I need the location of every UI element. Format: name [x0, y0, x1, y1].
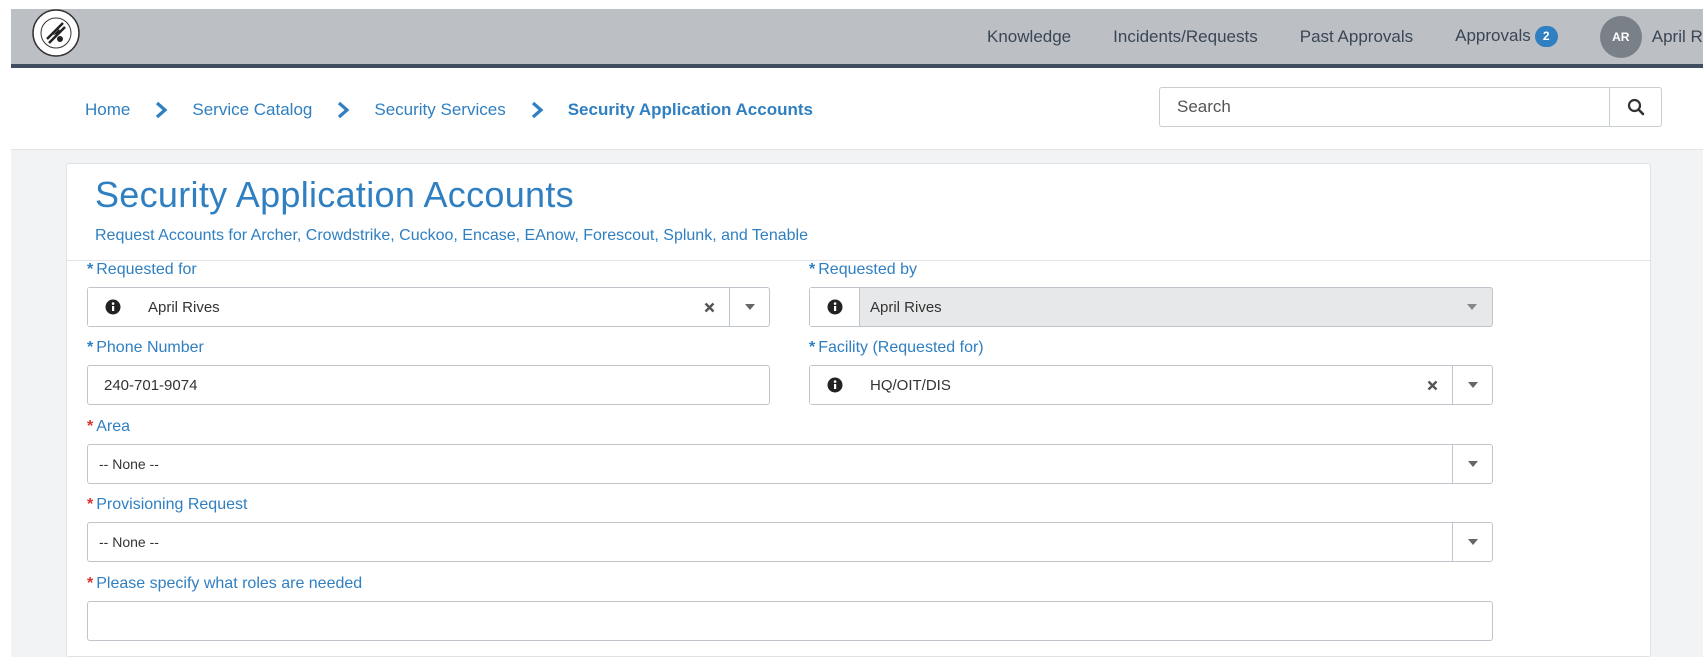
nav-approvals[interactable]: Approvals 2: [1455, 26, 1558, 47]
area-select[interactable]: -- None --: [87, 444, 1493, 484]
top-header: Knowledge Incidents/Requests Past Approv…: [11, 9, 1703, 68]
chevron-right-icon: [531, 101, 544, 119]
top-strip: [0, 0, 1703, 9]
requested-for-value: April Rives: [148, 298, 220, 316]
facility-label: * Facility (Requested for): [809, 339, 984, 357]
info-icon[interactable]: [810, 288, 860, 326]
chevron-right-icon: [156, 101, 168, 119]
area-label-text: Area: [96, 418, 131, 435]
roles-label-text: Please specify what roles are needed: [96, 575, 363, 592]
requested-by-label: * Requested by: [809, 261, 917, 279]
requested-for-field[interactable]: April Rives: [87, 287, 770, 327]
indian-health-service-logo[interactable]: [29, 9, 83, 61]
caret-down-icon: [1467, 382, 1478, 388]
search-icon: [1627, 98, 1644, 116]
phone-number-label-text: Phone Number: [96, 339, 204, 356]
user-name[interactable]: April Rives: [1652, 27, 1703, 47]
chevron-right-icon: [338, 101, 350, 119]
avatar[interactable]: AR: [1599, 15, 1642, 58]
nav-past-approvals[interactable]: Past Approvals: [1300, 27, 1413, 47]
search-box: [1159, 87, 1662, 127]
facility-value: HQ/OIT/DIS: [870, 376, 951, 394]
requested-for-label: * Requested for: [87, 261, 197, 279]
required-indicator: *: [809, 339, 816, 356]
phone-number-label: * Phone Number: [87, 339, 204, 357]
provisioning-request-label: * Provisioning Request: [87, 496, 247, 514]
dropdown-button[interactable]: [1452, 445, 1492, 483]
required-indicator: *: [87, 261, 94, 278]
page-title: Security Application Accounts: [95, 174, 574, 215]
facility-label-text: Facility (Requested for): [818, 339, 984, 356]
caret-down-icon: [1467, 304, 1477, 310]
area-value: -- None --: [99, 456, 159, 472]
caret-down-icon: [1467, 539, 1478, 545]
provisioning-request-select[interactable]: -- None --: [87, 522, 1493, 562]
caret-down-icon: [1467, 461, 1478, 467]
breadcrumb-current: Security Application Accounts: [567, 100, 813, 119]
requested-by-value: April Rives: [870, 298, 942, 316]
requested-by-label-text: Requested by: [818, 261, 917, 278]
facility-field[interactable]: HQ/OIT/DIS: [809, 365, 1493, 405]
clear-icon[interactable]: [1412, 380, 1452, 391]
phone-number-input[interactable]: 240-701-9074: [87, 365, 770, 405]
nav-approvals-label: Approvals: [1455, 25, 1531, 45]
card-header: Security Application Accounts Request Ac…: [67, 164, 1650, 261]
dropdown-button[interactable]: [1452, 523, 1492, 561]
search-input[interactable]: [1160, 88, 1609, 126]
approvals-count-badge: 2: [1534, 26, 1558, 47]
requested-for-label-text: Requested for: [96, 261, 197, 278]
breadcrumb-security-services[interactable]: Security Services: [374, 100, 505, 120]
breadcrumb-service-catalog[interactable]: Service Catalog: [192, 100, 312, 120]
provisioning-request-value: -- None --: [99, 534, 159, 550]
page-subtitle: Request Accounts for Archer, Crowdstrike…: [95, 227, 808, 244]
top-nav: Knowledge Incidents/Requests Past Approv…: [987, 9, 1703, 64]
search-button[interactable]: [1609, 88, 1661, 126]
dropdown-button: [1452, 288, 1492, 326]
left-frame: [0, 0, 11, 657]
caret-down-icon: [744, 304, 755, 310]
required-indicator: *: [87, 575, 94, 592]
breadcrumb-bar: Home Service Catalog Security Services S…: [11, 68, 1703, 150]
provisioning-request-label-text: Provisioning Request: [96, 496, 248, 513]
required-indicator: *: [87, 339, 94, 356]
roles-label: * Please specify what roles are needed: [87, 575, 362, 593]
dropdown-button[interactable]: [729, 288, 769, 326]
dropdown-button[interactable]: [1452, 366, 1492, 404]
nav-knowledge[interactable]: Knowledge: [987, 27, 1071, 47]
info-icon[interactable]: [88, 288, 138, 326]
area-label: * Area: [87, 418, 130, 436]
breadcrumb: Home Service Catalog Security Services S…: [85, 100, 813, 120]
breadcrumb-home[interactable]: Home: [85, 100, 130, 120]
required-indicator: *: [87, 418, 94, 435]
required-indicator: *: [87, 496, 94, 513]
info-icon[interactable]: [810, 366, 860, 404]
requested-by-field: April Rives: [809, 287, 1493, 327]
nav-incidents-requests[interactable]: Incidents/Requests: [1113, 27, 1258, 47]
clear-icon[interactable]: [689, 302, 729, 313]
required-indicator: *: [809, 261, 816, 278]
roles-textarea[interactable]: [87, 601, 1493, 641]
